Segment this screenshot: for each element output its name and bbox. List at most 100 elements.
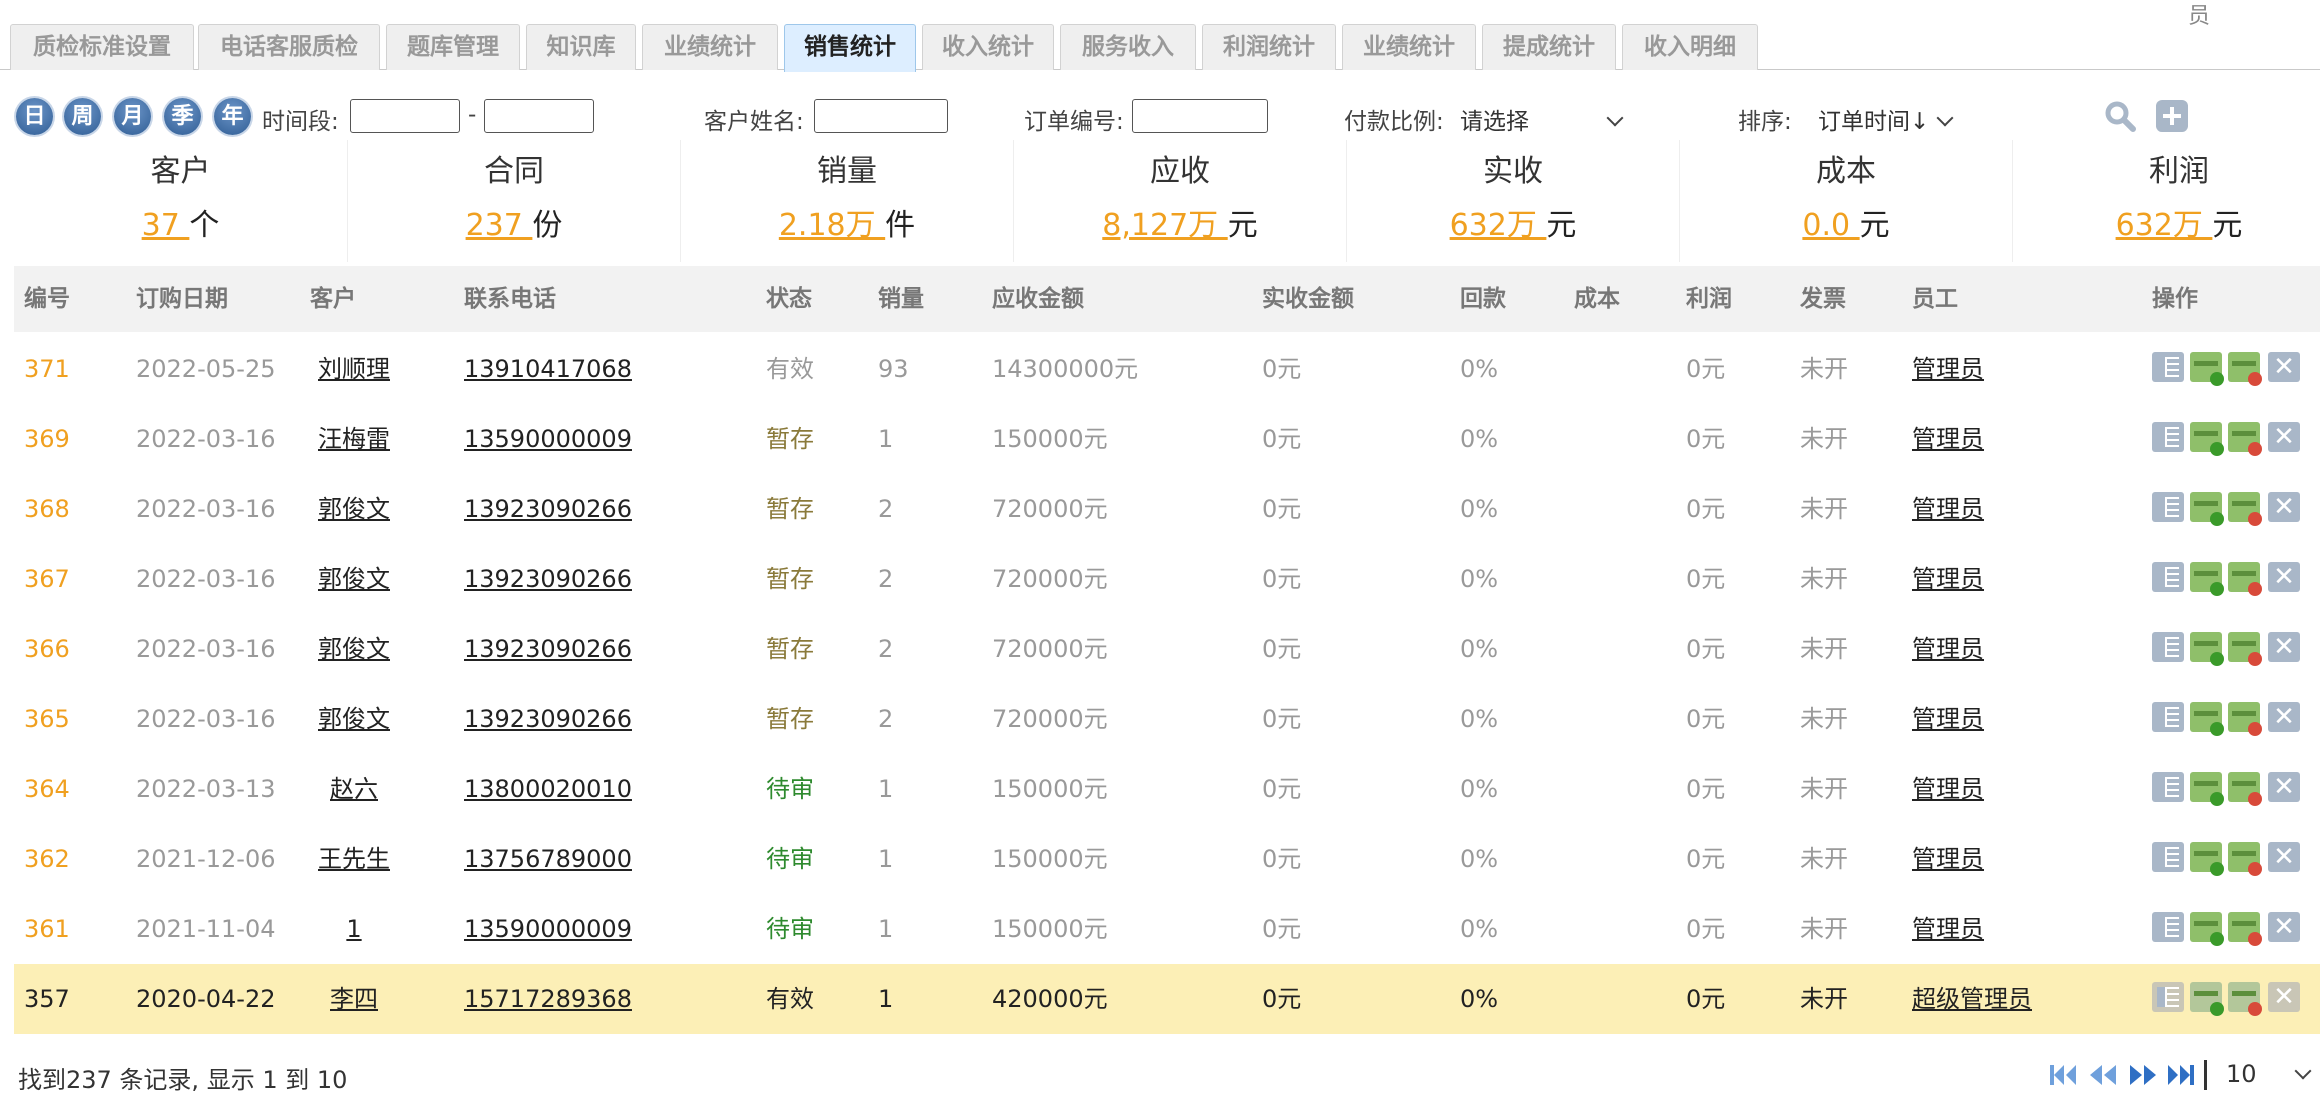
close-icon[interactable]: ✕ bbox=[2268, 562, 2300, 592]
cell-customer-link[interactable]: 李四 bbox=[310, 964, 398, 1034]
tab-qc-standard[interactable]: 质检标准设置 bbox=[10, 24, 194, 70]
customer-name-input[interactable] bbox=[814, 99, 948, 133]
table-row[interactable]: 371 2022-05-25 刘顺理 13910417068 有效 93 14300000元… bbox=[14, 334, 2320, 404]
cell-phone-link[interactable]: 13923090266 bbox=[464, 544, 632, 614]
cell-customer-link[interactable]: 郭俊文 bbox=[310, 544, 398, 614]
table-row[interactable]: 364 2022-03-13 赵六 13800020010 待审 1 150000元 0元 0%… bbox=[14, 754, 2320, 824]
detail-icon[interactable] bbox=[2152, 422, 2184, 452]
time-end-input[interactable] bbox=[484, 99, 594, 133]
cell-staff-link[interactable]: 管理员 bbox=[1912, 334, 1984, 404]
cell-customer-link[interactable]: 刘顺理 bbox=[310, 334, 398, 404]
close-icon[interactable]: ✕ bbox=[2268, 702, 2300, 732]
cell-customer-link[interactable]: 郭俊文 bbox=[310, 684, 398, 754]
close-icon[interactable]: ✕ bbox=[2268, 842, 2300, 872]
remove-payment-icon[interactable] bbox=[2228, 632, 2262, 666]
tab-service-income[interactable]: 服务收入 bbox=[1060, 24, 1196, 70]
tab-performance-stats[interactable]: 业绩统计 bbox=[642, 24, 778, 70]
summary-value-link[interactable]: 37 bbox=[142, 208, 190, 243]
cell-staff-link[interactable]: 管理员 bbox=[1912, 684, 1984, 754]
cell-customer-link[interactable]: 王先生 bbox=[310, 824, 398, 894]
table-row[interactable]: 362 2021-12-06 王先生 13756789000 待审 1 150000元 0元 0… bbox=[14, 824, 2320, 894]
col-header-qty[interactable]: 销量 bbox=[878, 266, 924, 332]
remove-payment-icon[interactable] bbox=[2228, 702, 2262, 736]
page-size-select[interactable]: 10 bbox=[2226, 1060, 2312, 1088]
add-payment-icon[interactable] bbox=[2190, 772, 2224, 806]
summary-value-link[interactable]: 237 bbox=[466, 208, 533, 243]
remove-payment-icon[interactable] bbox=[2228, 982, 2262, 1016]
cell-customer-link[interactable]: 汪梅雷 bbox=[310, 404, 398, 474]
tab-phone-qc[interactable]: 电话客服质检 bbox=[198, 24, 380, 70]
cell-staff-link[interactable]: 管理员 bbox=[1912, 754, 1984, 824]
col-header-cost[interactable]: 成本 bbox=[1574, 266, 1620, 332]
tab-sales-stats[interactable]: 销售统计 bbox=[784, 24, 916, 72]
cell-phone-link[interactable]: 13590000009 bbox=[464, 404, 632, 474]
detail-icon[interactable] bbox=[2152, 982, 2184, 1012]
table-row[interactable]: 366 2022-03-16 郭俊文 13923090266 暂存 2 720000元 0元 0… bbox=[14, 614, 2320, 684]
period-day-button[interactable]: 日 bbox=[16, 98, 53, 135]
detail-icon[interactable] bbox=[2152, 562, 2184, 592]
add-payment-icon[interactable] bbox=[2190, 562, 2224, 596]
cell-staff-link[interactable]: 管理员 bbox=[1912, 614, 1984, 684]
tab-question-bank[interactable]: 题库管理 bbox=[386, 24, 520, 70]
cell-staff-link[interactable]: 管理员 bbox=[1912, 894, 1984, 964]
period-month-button[interactable]: 月 bbox=[114, 98, 151, 135]
close-icon[interactable]: ✕ bbox=[2268, 772, 2300, 802]
summary-value-link[interactable]: 8,127万 bbox=[1102, 208, 1227, 243]
tab-knowledge-base[interactable]: 知识库 bbox=[526, 24, 636, 70]
close-icon[interactable]: ✕ bbox=[2268, 912, 2300, 942]
prev-page-button[interactable] bbox=[2088, 1062, 2118, 1088]
table-row[interactable]: 368 2022-03-16 郭俊文 13923090266 暂存 2 720000元 0元 0… bbox=[14, 474, 2320, 544]
remove-payment-icon[interactable] bbox=[2228, 842, 2262, 876]
cell-phone-link[interactable]: 13923090266 bbox=[464, 684, 632, 754]
cell-phone-link[interactable]: 13756789000 bbox=[464, 824, 632, 894]
col-header-return[interactable]: 回款 bbox=[1460, 266, 1506, 332]
cell-phone-link[interactable]: 13800020010 bbox=[464, 754, 632, 824]
payment-ratio-select[interactable]: 请选择 bbox=[1460, 102, 1624, 136]
table-row[interactable]: 365 2022-03-16 郭俊文 13923090266 暂存 2 720000元 0元 0… bbox=[14, 684, 2320, 754]
detail-icon[interactable] bbox=[2152, 912, 2184, 942]
cell-phone-link[interactable]: 13590000009 bbox=[464, 894, 632, 964]
close-icon[interactable]: ✕ bbox=[2268, 982, 2300, 1012]
table-row[interactable]: 367 2022-03-16 郭俊文 13923090266 暂存 2 720000元 0元 0… bbox=[14, 544, 2320, 614]
table-row[interactable]: 357 2020-04-22 李四 15717289368 有效 1 420000元 0元 0%… bbox=[14, 964, 2320, 1034]
add-payment-icon[interactable] bbox=[2190, 422, 2224, 456]
col-header-received[interactable]: 实收金额 bbox=[1262, 266, 1354, 332]
remove-payment-icon[interactable] bbox=[2228, 422, 2262, 456]
cell-customer-link[interactable]: 郭俊文 bbox=[310, 614, 398, 684]
next-page-button[interactable] bbox=[2128, 1062, 2158, 1088]
detail-icon[interactable] bbox=[2152, 632, 2184, 662]
tab-income-detail[interactable]: 收入明细 bbox=[1622, 24, 1758, 70]
remove-payment-icon[interactable] bbox=[2228, 912, 2262, 946]
cell-phone-link[interactable]: 13923090266 bbox=[464, 474, 632, 544]
add-icon[interactable] bbox=[2156, 100, 2188, 132]
period-year-button[interactable]: 年 bbox=[214, 98, 251, 135]
col-header-receivable[interactable]: 应收金额 bbox=[992, 266, 1084, 332]
add-payment-icon[interactable] bbox=[2190, 702, 2224, 736]
cell-customer-link[interactable]: 1 bbox=[310, 894, 398, 964]
remove-payment-icon[interactable] bbox=[2228, 772, 2262, 806]
remove-payment-icon[interactable] bbox=[2228, 492, 2262, 526]
col-header-invoice[interactable]: 发票 bbox=[1800, 266, 1846, 332]
tab-profit-stats[interactable]: 利润统计 bbox=[1202, 24, 1336, 70]
summary-value-link[interactable]: 2.18万 bbox=[779, 208, 885, 243]
sort-select[interactable]: 订单时间↓ bbox=[1818, 102, 1954, 136]
remove-payment-icon[interactable] bbox=[2228, 562, 2262, 596]
close-icon[interactable]: ✕ bbox=[2268, 632, 2300, 662]
tab-commission-stats[interactable]: 提成统计 bbox=[1482, 24, 1616, 70]
last-page-button[interactable] bbox=[2166, 1062, 2196, 1088]
cell-customer-link[interactable]: 郭俊文 bbox=[310, 474, 398, 544]
cell-phone-link[interactable]: 13910417068 bbox=[464, 334, 632, 404]
add-payment-icon[interactable] bbox=[2190, 352, 2224, 386]
col-header-date[interactable]: 订购日期 bbox=[136, 266, 228, 332]
tab-performance-stats-2[interactable]: 业绩统计 bbox=[1342, 24, 1476, 70]
detail-icon[interactable] bbox=[2152, 842, 2184, 872]
cell-staff-link[interactable]: 管理员 bbox=[1912, 404, 1984, 474]
close-icon[interactable]: ✕ bbox=[2268, 352, 2300, 382]
period-quarter-button[interactable]: 季 bbox=[164, 98, 201, 135]
search-icon[interactable] bbox=[2104, 100, 2136, 132]
col-header-profit[interactable]: 利润 bbox=[1686, 266, 1732, 332]
summary-value-link[interactable]: 0.0 bbox=[1802, 208, 1859, 243]
tab-income-stats[interactable]: 收入统计 bbox=[922, 24, 1054, 70]
cell-customer-link[interactable]: 赵六 bbox=[310, 754, 398, 824]
cell-staff-link[interactable]: 管理员 bbox=[1912, 824, 1984, 894]
